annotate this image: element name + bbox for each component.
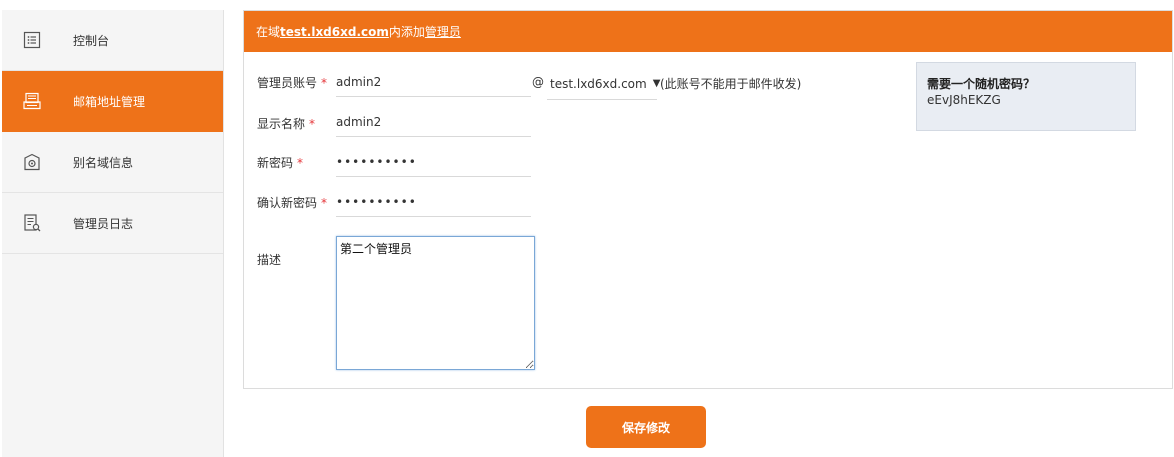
add-admin-panel: 在域test.lxd6xd.com内添加管理员 管理员账号* @ test.lx… [243, 10, 1173, 389]
display-name-input[interactable] [336, 107, 531, 137]
description-label: 描述 [257, 253, 282, 267]
alias-domain-icon [24, 153, 40, 171]
sidebar-item-label: 控制台 [73, 33, 110, 48]
mailbox-icon [23, 92, 41, 110]
sidebar-item-label: 别名域信息 [73, 155, 134, 170]
required-mark: * [297, 156, 304, 170]
sidebar-item-alias-domain[interactable]: 别名域信息 [2, 132, 223, 193]
header-middle: 内添加 [388, 25, 425, 39]
panel-header: 在域 test.lxd6xd.com 内添加 管理员 [244, 11, 1172, 52]
dashboard-icon [23, 31, 41, 49]
required-mark: * [321, 196, 328, 210]
random-password-box: 需要一个随机密码？ eEvJ8hEKZG [916, 62, 1136, 131]
domain-select-value: test.lxd6xd.com [550, 76, 647, 91]
sidebar-item-mailbox-management[interactable]: 邮箱地址管理 [2, 71, 223, 132]
sidebar: 控制台 邮箱地址管理 别名域信息 管理员日志 [2, 10, 224, 457]
at-sign: @ [532, 75, 544, 89]
new-password-label: 新密码 * [257, 156, 304, 170]
confirm-password-label: 确认新密码 * [257, 196, 328, 210]
sidebar-item-label: 管理员日志 [73, 216, 134, 231]
confirm-password-input[interactable] [336, 187, 531, 217]
account-note: (此账号不能用于邮件收发) [660, 77, 802, 91]
header-admin-link[interactable]: 管理员 [425, 23, 461, 40]
display-name-label: 显示名称 * [257, 117, 316, 131]
random-password-value: eEvJ8hEKZG [927, 93, 1001, 107]
new-password-input[interactable] [336, 147, 531, 177]
account-label: 管理员账号 * [257, 76, 328, 90]
header-domain-link[interactable]: test.lxd6xd.com [280, 25, 389, 39]
sidebar-item-label: 邮箱地址管理 [73, 94, 146, 109]
admin-log-icon [24, 214, 41, 232]
account-input[interactable] [336, 67, 531, 97]
save-button[interactable]: 保存修改 [586, 406, 706, 448]
header-prefix: 在域 [256, 25, 281, 39]
required-mark: * [309, 117, 316, 131]
domain-select[interactable]: test.lxd6xd.com ▼ [547, 68, 660, 100]
sidebar-item-admin-log[interactable]: 管理员日志 [2, 193, 223, 254]
sidebar-item-dashboard[interactable]: 控制台 [2, 10, 223, 71]
random-password-title: 需要一个随机密码？ [927, 77, 1036, 91]
required-mark: * [321, 76, 328, 90]
description-textarea[interactable]: 第二个管理员 [336, 236, 535, 370]
